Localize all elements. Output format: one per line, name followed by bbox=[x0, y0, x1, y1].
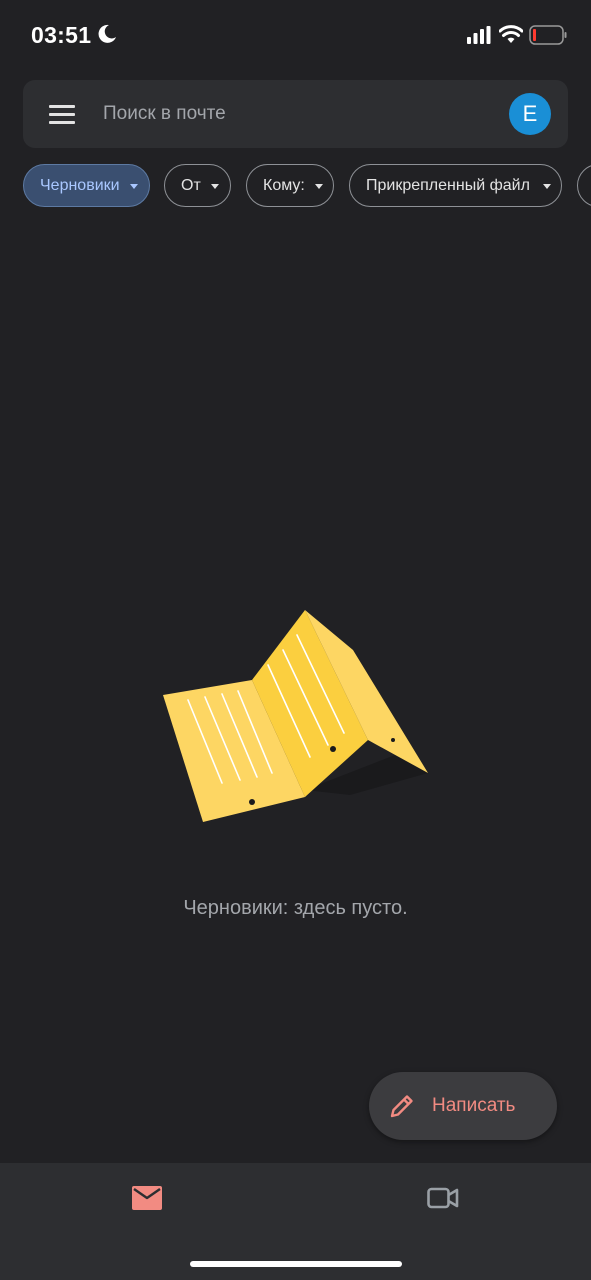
mail-icon[interactable] bbox=[132, 1186, 162, 1210]
chip-drafts[interactable]: Черновики bbox=[23, 164, 150, 207]
avatar[interactable]: E bbox=[509, 93, 551, 135]
chevron-down-icon bbox=[211, 184, 219, 189]
empty-state-message: Черновики: здесь пусто. bbox=[183, 897, 408, 919]
search-bar[interactable]: Поиск в почте E bbox=[23, 80, 568, 148]
search-input[interactable]: Поиск в почте bbox=[103, 103, 226, 125]
status-time: 03:51 bbox=[31, 22, 92, 48]
home-indicator bbox=[190, 1261, 402, 1267]
chevron-down-icon bbox=[130, 184, 138, 189]
chevron-down-icon bbox=[543, 184, 551, 189]
wifi-icon bbox=[499, 25, 523, 43]
chip-to[interactable]: Кому: bbox=[246, 164, 334, 207]
cellular-signal-icon bbox=[467, 26, 491, 44]
chip-label: Прикрепленный файл bbox=[366, 176, 530, 194]
chip-more[interactable] bbox=[577, 164, 591, 207]
menu-icon[interactable] bbox=[49, 103, 75, 125]
chip-from[interactable]: От bbox=[164, 164, 231, 207]
chip-label: Черновики bbox=[40, 176, 120, 194]
status-bar: 03:51 bbox=[0, 0, 591, 70]
moon-icon bbox=[98, 24, 116, 43]
battery-icon bbox=[529, 25, 567, 45]
filter-chips: Черновики От Кому: Прикрепленный файл bbox=[23, 164, 591, 208]
chip-label: От bbox=[181, 176, 201, 194]
chevron-down-icon bbox=[315, 184, 323, 189]
empty-drafts-illustration bbox=[163, 610, 428, 822]
pencil-icon bbox=[390, 1095, 413, 1118]
compose-button[interactable]: Написать bbox=[369, 1072, 557, 1140]
chip-label: Кому: bbox=[263, 176, 305, 194]
compose-label: Написать bbox=[432, 1095, 516, 1116]
bottom-nav bbox=[0, 1163, 591, 1280]
video-camera-icon[interactable] bbox=[427, 1185, 459, 1211]
chip-attachment[interactable]: Прикрепленный файл bbox=[349, 164, 562, 207]
